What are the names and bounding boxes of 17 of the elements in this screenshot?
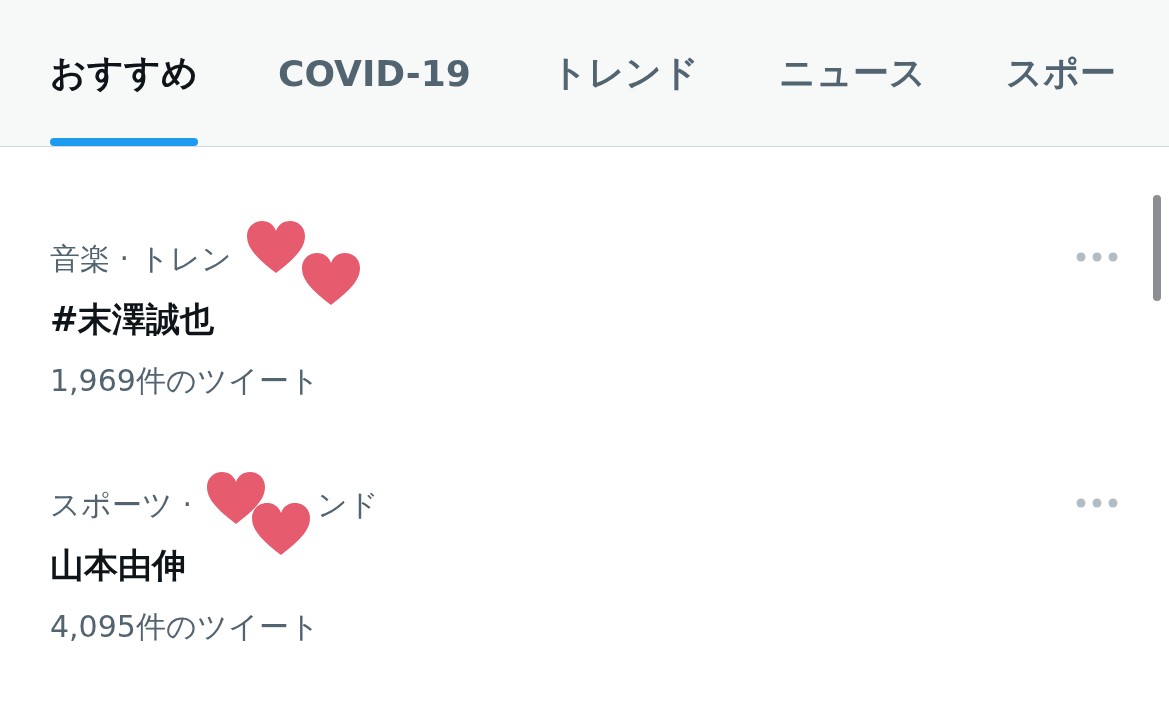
- trend-category: 音楽 · トレン: [50, 239, 232, 278]
- trend-category: ンド: [317, 485, 380, 524]
- tab[interactable]: COVID-19: [278, 0, 471, 146]
- heart-icon: [300, 251, 362, 307]
- tweet-count: 1,969件のツイート: [50, 361, 321, 400]
- trend-category: スポーツ ·: [50, 485, 193, 524]
- tab[interactable]: スポー: [1005, 0, 1116, 146]
- heart-icon: [245, 219, 307, 275]
- tab[interactable]: ニュース: [778, 0, 926, 146]
- heart-icon: [250, 501, 312, 557]
- trend-title[interactable]: #末澤誠也: [50, 289, 1119, 351]
- trend-title[interactable]: 山本由伸: [50, 535, 1119, 597]
- scrollbar[interactable]: [1153, 195, 1161, 301]
- tab[interactable]: おすすめ: [50, 0, 198, 146]
- heart-icon: [205, 470, 267, 526]
- tweet-count: 4,095件のツイート: [50, 607, 321, 646]
- tab[interactable]: トレンド: [550, 0, 699, 146]
